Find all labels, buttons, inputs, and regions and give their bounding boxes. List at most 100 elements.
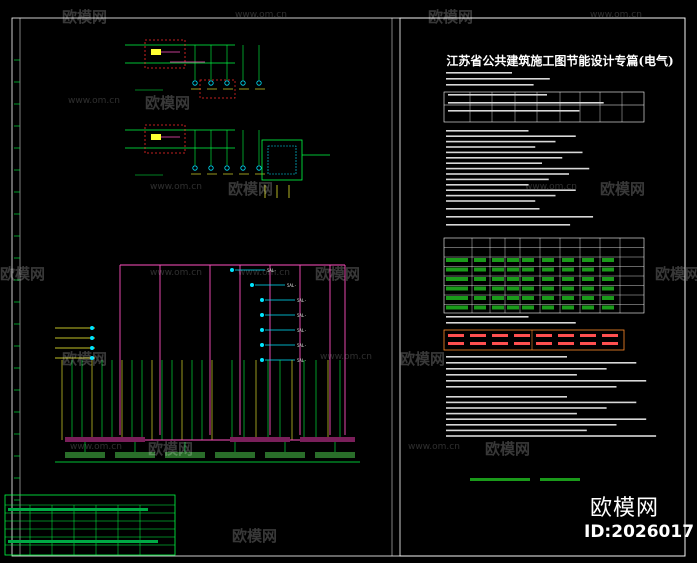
spec-text-line xyxy=(446,396,567,398)
control-circuit-a-lamp xyxy=(208,80,214,86)
spec-table-3-cell xyxy=(558,334,574,337)
brand-id: ID:2026017 xyxy=(584,522,695,542)
spec-table-2-cell xyxy=(602,277,614,281)
spec-table-2-cell xyxy=(542,277,554,281)
spec-text-line xyxy=(446,435,657,437)
panel-block xyxy=(315,452,355,458)
watermark: 欧模网 xyxy=(655,265,697,283)
drawing-title: 江苏省公共建筑施工图节能设计专篇(电气) xyxy=(446,54,674,68)
spec-text-line xyxy=(446,162,542,164)
watermark-url: www.om.cn xyxy=(150,268,202,278)
watermark: 欧模网 xyxy=(315,265,361,283)
spec-table-2-cell xyxy=(522,258,534,262)
control-circuit-b-lamp xyxy=(240,165,246,171)
feeder-lamp xyxy=(230,268,234,272)
spec-table-2-cell xyxy=(492,267,504,272)
spec-table-2-cell xyxy=(522,305,534,310)
feeder-lamp xyxy=(260,298,264,302)
spec-table-3-cell xyxy=(602,334,618,337)
spec-table-2-cell xyxy=(522,277,534,281)
watermark: 欧模网 xyxy=(600,180,646,198)
footer-bar xyxy=(470,478,530,481)
spec-table-3-cell xyxy=(602,342,618,345)
spec-table-2 xyxy=(443,237,645,314)
watermark: 欧模网 xyxy=(485,440,531,458)
panel-block xyxy=(265,452,305,458)
spec-table-2-cell xyxy=(602,286,614,291)
spec-text-line xyxy=(448,110,580,112)
spec-text-line xyxy=(446,374,577,376)
spec-table-2-cell xyxy=(507,277,519,281)
spec-table-2-cell xyxy=(522,296,534,300)
watermark: 欧模网 xyxy=(0,265,46,283)
control-circuit-b-lamp xyxy=(208,165,214,171)
legend-cell-fill xyxy=(8,508,148,511)
spec-text-line xyxy=(446,184,529,186)
control-circuit-a-lamp xyxy=(192,80,198,86)
watermark-url: www.om.cn xyxy=(235,10,287,20)
feeder-lamp xyxy=(260,358,264,362)
spec-table-3-cell xyxy=(580,342,596,345)
spec-table-3-cell xyxy=(536,342,552,345)
spec-text-line xyxy=(446,429,587,432)
spec-table-2-cell xyxy=(582,277,594,281)
spec-table-2-cell xyxy=(602,258,614,262)
spec-text-line xyxy=(446,78,550,80)
spec-text-line xyxy=(446,151,583,154)
watermark-url: www.om.cn xyxy=(590,10,642,20)
spec-table-2-cell xyxy=(562,286,574,291)
spec-table-2-cell xyxy=(446,305,468,310)
left-feeder-lamp xyxy=(90,336,94,340)
spec-table-2-cell xyxy=(602,267,614,272)
spec-text-line xyxy=(446,130,529,132)
spec-table-3-cell xyxy=(470,342,486,345)
spec-table-2-cell xyxy=(446,258,468,262)
watermark-url: www.om.cn xyxy=(408,442,460,452)
feeder-label: 5AL- xyxy=(297,313,307,318)
watermark: 欧模网 xyxy=(145,94,191,112)
spec-text-line xyxy=(446,194,556,197)
spec-table-2-cell xyxy=(507,296,519,300)
busbar-block xyxy=(300,437,355,442)
feeder-lamp xyxy=(260,328,264,332)
spec-text-line xyxy=(446,386,617,388)
watermark-url: www.om.cn xyxy=(150,182,202,192)
spec-text-line xyxy=(448,102,604,104)
watermark-url: www.om.cn xyxy=(68,96,120,106)
spec-table-2-cell xyxy=(602,305,614,310)
spec-text-line xyxy=(446,224,571,226)
control-circuit-a-contact xyxy=(151,49,161,55)
spec-text-line xyxy=(446,146,536,148)
spec-table-3 xyxy=(443,329,625,351)
control-circuit-a-lamp xyxy=(224,80,230,86)
spec-table-2-cell xyxy=(492,305,504,310)
spec-text-line xyxy=(446,356,567,358)
spec-table-2-cell xyxy=(474,258,486,262)
spec-table-3-cell xyxy=(448,342,464,345)
spec-text-line xyxy=(446,407,607,409)
watermark: 欧模网 xyxy=(62,8,108,26)
spec-table-2-cell xyxy=(492,258,504,262)
spec-text-line xyxy=(446,140,556,143)
spec-table-3-cell xyxy=(448,334,464,337)
spec-table-2-cell xyxy=(474,286,486,291)
spec-table-3-cell xyxy=(492,334,508,337)
spec-table-2-cell xyxy=(562,277,574,281)
spec-table-2-cell xyxy=(582,296,594,300)
spec-text-line xyxy=(446,72,512,74)
watermark-url: www.om.cn xyxy=(70,442,122,452)
spec-table-3-cell xyxy=(470,334,486,337)
legend-table xyxy=(4,494,176,556)
watermark-url: www.om.cn xyxy=(320,352,372,362)
busbar-block xyxy=(230,437,290,442)
spec-table-2-cell xyxy=(507,267,519,272)
spec-table-2-cell xyxy=(562,296,574,300)
spec-text-line xyxy=(446,167,590,170)
control-circuit-a-lamp xyxy=(256,80,262,86)
spec-table-2-cell xyxy=(602,296,614,300)
spec-table-2-cell xyxy=(474,296,486,300)
spec-table-3-cell xyxy=(514,334,530,337)
spec-table-2-cell xyxy=(446,277,468,281)
watermark: 欧模网 xyxy=(428,8,474,26)
spec-text-line xyxy=(446,135,576,137)
